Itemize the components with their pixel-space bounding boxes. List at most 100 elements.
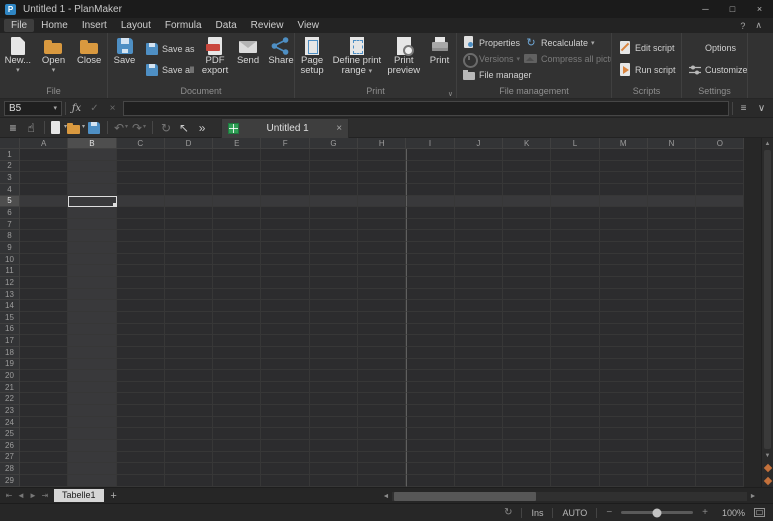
- cell-B14[interactable]: [68, 300, 116, 312]
- cell-H4[interactable]: [358, 184, 406, 196]
- cell-K21[interactable]: [503, 382, 551, 394]
- cell-H28[interactable]: [358, 463, 406, 475]
- cell-D19[interactable]: [165, 359, 213, 371]
- cell-F19[interactable]: [261, 359, 309, 371]
- cell-J3[interactable]: [455, 172, 503, 184]
- cell-F8[interactable]: [261, 230, 309, 242]
- document-tab[interactable]: Untitled 1 ×: [221, 118, 349, 138]
- cell-J7[interactable]: [455, 219, 503, 231]
- touch-mode-icon[interactable]: ☝: [22, 119, 40, 137]
- cell-C3[interactable]: [117, 172, 165, 184]
- cell-L18[interactable]: [551, 347, 599, 359]
- undo-button[interactable]: ↶▾: [112, 119, 130, 137]
- cell-L17[interactable]: [551, 335, 599, 347]
- cell-M23[interactable]: [600, 405, 648, 417]
- cell-D10[interactable]: [165, 254, 213, 266]
- cell-F2[interactable]: [261, 161, 309, 173]
- cell-B3[interactable]: [68, 172, 116, 184]
- row-header-19[interactable]: 19: [0, 359, 20, 371]
- quick-save-button[interactable]: [85, 119, 103, 137]
- cell-D20[interactable]: [165, 370, 213, 382]
- cell-L29[interactable]: [551, 475, 599, 487]
- open-button[interactable]: Open ▾: [37, 33, 70, 85]
- cell-G15[interactable]: [310, 312, 358, 324]
- select-all-corner[interactable]: [0, 138, 20, 149]
- first-sheet-icon[interactable]: ⇤: [3, 491, 15, 500]
- cell-B1[interactable]: [68, 149, 116, 161]
- cell-D7[interactable]: [165, 219, 213, 231]
- cell-G23[interactable]: [310, 405, 358, 417]
- cell-L1[interactable]: [551, 149, 599, 161]
- maximize-button[interactable]: □: [719, 0, 746, 18]
- cell-D5[interactable]: [165, 196, 213, 208]
- cell-J6[interactable]: [455, 207, 503, 219]
- cell-M9[interactable]: [600, 242, 648, 254]
- cell-L25[interactable]: [551, 428, 599, 440]
- cell-J24[interactable]: [455, 417, 503, 429]
- cell-G28[interactable]: [310, 463, 358, 475]
- cell-D16[interactable]: [165, 324, 213, 336]
- cell-H26[interactable]: [358, 440, 406, 452]
- cell-J15[interactable]: [455, 312, 503, 324]
- cell-L5[interactable]: [551, 196, 599, 208]
- cell-A15[interactable]: [20, 312, 68, 324]
- cell-A9[interactable]: [20, 242, 68, 254]
- cell-K15[interactable]: [503, 312, 551, 324]
- cell-A13[interactable]: [20, 289, 68, 301]
- cell-J8[interactable]: [455, 230, 503, 242]
- cell-M8[interactable]: [600, 230, 648, 242]
- row-header-11[interactable]: 11: [0, 265, 20, 277]
- pointer-mode-icon[interactable]: ↖: [175, 119, 193, 137]
- cell-H1[interactable]: [358, 149, 406, 161]
- cell-B4[interactable]: [68, 184, 116, 196]
- cell-J23[interactable]: [455, 405, 503, 417]
- cell-A22[interactable]: [20, 393, 68, 405]
- cell-B23[interactable]: [68, 405, 116, 417]
- cell-I19[interactable]: [406, 359, 454, 371]
- cell-A21[interactable]: [20, 382, 68, 394]
- cell-I13[interactable]: [406, 289, 454, 301]
- row-header-14[interactable]: 14: [0, 300, 20, 312]
- cell-M25[interactable]: [600, 428, 648, 440]
- cell-J5[interactable]: [455, 196, 503, 208]
- cell-E13[interactable]: [213, 289, 261, 301]
- cell-D25[interactable]: [165, 428, 213, 440]
- cell-E20[interactable]: [213, 370, 261, 382]
- cell-C27[interactable]: [117, 452, 165, 464]
- cell-A28[interactable]: [20, 463, 68, 475]
- cell-E27[interactable]: [213, 452, 261, 464]
- cell-B19[interactable]: [68, 359, 116, 371]
- define-print-range-dropdown-icon[interactable]: ▾: [369, 68, 373, 75]
- cell-M27[interactable]: [600, 452, 648, 464]
- cell-B10[interactable]: [68, 254, 116, 266]
- cell-G27[interactable]: [310, 452, 358, 464]
- cell-K17[interactable]: [503, 335, 551, 347]
- cell-L6[interactable]: [551, 207, 599, 219]
- cell-N15[interactable]: [648, 312, 696, 324]
- cell-B22[interactable]: [68, 393, 116, 405]
- row-header-10[interactable]: 10: [0, 254, 20, 266]
- cell-K19[interactable]: [503, 359, 551, 371]
- cell-O7[interactable]: [696, 219, 744, 231]
- cell-G21[interactable]: [310, 382, 358, 394]
- options-button[interactable]: Options: [686, 41, 748, 55]
- cell-K1[interactable]: [503, 149, 551, 161]
- column-header-K[interactable]: K: [503, 138, 551, 149]
- cell-J10[interactable]: [455, 254, 503, 266]
- cell-C18[interactable]: [117, 347, 165, 359]
- cell-L8[interactable]: [551, 230, 599, 242]
- cell-G25[interactable]: [310, 428, 358, 440]
- cell-B13[interactable]: [68, 289, 116, 301]
- cell-H17[interactable]: [358, 335, 406, 347]
- vertical-scroll-thumb[interactable]: [764, 150, 771, 449]
- cell-N29[interactable]: [648, 475, 696, 487]
- cell-M1[interactable]: [600, 149, 648, 161]
- confirm-entry-button[interactable]: ✓: [87, 103, 102, 114]
- last-sheet-icon[interactable]: ⇥: [39, 491, 51, 500]
- cell-O8[interactable]: [696, 230, 744, 242]
- cell-B8[interactable]: [68, 230, 116, 242]
- menu-data[interactable]: Data: [209, 19, 244, 32]
- cell-L27[interactable]: [551, 452, 599, 464]
- cell-I2[interactable]: [406, 161, 454, 173]
- cell-L24[interactable]: [551, 417, 599, 429]
